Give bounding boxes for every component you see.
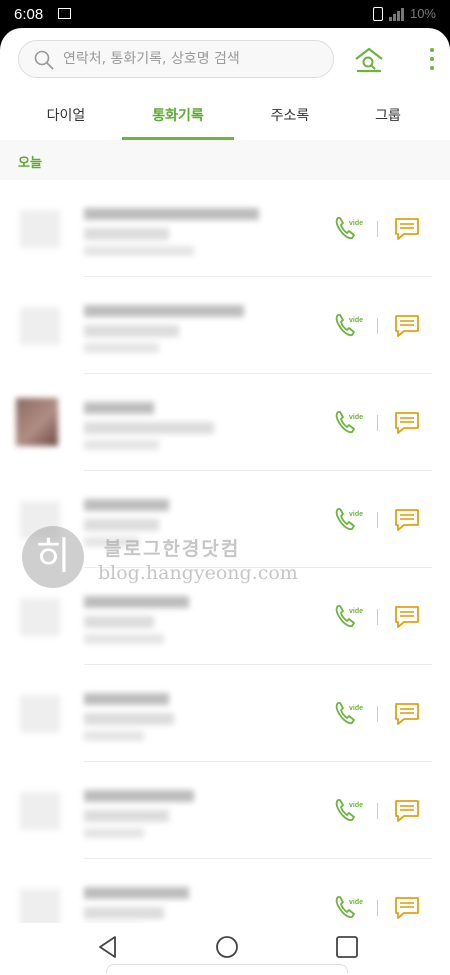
divider (377, 609, 378, 625)
contact-info-blurred (84, 400, 264, 456)
message-icon[interactable] (394, 701, 420, 727)
search-box[interactable] (18, 40, 334, 78)
search-row (18, 40, 436, 80)
message-icon[interactable] (394, 604, 420, 630)
divider (377, 900, 378, 916)
contacts-app: 다이얼 통화기록 주소록 그룹 오늘 video video video (0, 28, 450, 975)
avatar (16, 398, 58, 446)
divider (377, 318, 378, 334)
system-nav-bar (0, 923, 450, 975)
avatar (20, 210, 60, 248)
section-header: 오늘 (0, 140, 450, 180)
video-call-icon[interactable]: video (333, 699, 363, 727)
call-log-row[interactable]: video (0, 374, 450, 471)
message-icon[interactable] (394, 313, 420, 339)
avatar (20, 792, 60, 830)
svg-text:video: video (349, 317, 363, 324)
avatar (20, 695, 60, 733)
call-log-row[interactable]: video (0, 277, 450, 374)
recents-icon[interactable] (333, 933, 361, 961)
search-input[interactable] (63, 48, 323, 70)
tab-bar: 다이얼 통화기록 주소록 그룹 (0, 96, 450, 141)
video-call-icon[interactable]: video (333, 311, 363, 339)
svg-text:video: video (349, 511, 363, 518)
search-icon (34, 50, 54, 70)
tab-dial[interactable]: 다이얼 (10, 96, 122, 140)
status-bar: 6:08 10% (0, 0, 450, 28)
divider (377, 221, 378, 237)
signal-icon (388, 7, 404, 21)
gallery-notification-icon (58, 8, 71, 19)
avatar (20, 889, 60, 927)
message-icon[interactable] (394, 798, 420, 824)
contact-info-blurred (84, 206, 264, 262)
home-search-icon[interactable] (354, 46, 384, 74)
back-icon[interactable] (94, 933, 122, 961)
divider (377, 415, 378, 431)
battery-level: 10% (409, 6, 436, 21)
contact-info-blurred (84, 303, 264, 359)
tab-call-log[interactable]: 통화기록 (122, 96, 234, 140)
svg-text:video: video (349, 705, 363, 712)
avatar (20, 307, 60, 345)
status-time: 6:08 (14, 6, 44, 23)
section-title: 오늘 (18, 156, 42, 171)
svg-text:video: video (349, 608, 363, 615)
call-log-row[interactable]: video (0, 665, 450, 762)
watermark-url: blog.hangyeong.com (98, 562, 298, 584)
divider (377, 512, 378, 528)
gesture-handle (106, 964, 348, 973)
status-icons: 10% (372, 6, 436, 21)
watermark-logo: 히 (22, 526, 84, 588)
tab-groups[interactable]: 그룹 (332, 96, 444, 140)
video-call-icon[interactable]: video (333, 408, 363, 436)
vibrate-icon (372, 6, 383, 21)
message-icon[interactable] (394, 507, 420, 533)
divider (377, 706, 378, 722)
call-log-row[interactable]: video (0, 762, 450, 859)
message-icon[interactable] (394, 410, 420, 436)
video-call-icon[interactable]: video (333, 602, 363, 630)
blog-watermark: 히 블로그한경닷컴 blog.hangyeong.com (22, 526, 298, 616)
svg-text:video: video (349, 899, 363, 906)
video-call-icon[interactable]: video (333, 214, 363, 242)
contact-info-blurred (84, 788, 264, 844)
more-options-icon[interactable] (428, 48, 436, 70)
watermark-title: 블로그한경닷컴 (104, 538, 241, 560)
svg-text:video: video (349, 802, 363, 809)
video-call-icon[interactable]: video (333, 505, 363, 533)
tab-contacts[interactable]: 주소록 (234, 96, 346, 140)
message-icon[interactable] (394, 216, 420, 242)
svg-text:video: video (349, 414, 363, 421)
video-call-icon[interactable]: video (333, 796, 363, 824)
video-call-icon[interactable]: video (333, 893, 363, 921)
divider (377, 803, 378, 819)
call-log-row[interactable]: video (0, 180, 450, 277)
contact-info-blurred (84, 691, 264, 747)
message-icon[interactable] (394, 895, 420, 921)
svg-text:video: video (349, 220, 363, 227)
home-icon[interactable] (213, 933, 241, 961)
